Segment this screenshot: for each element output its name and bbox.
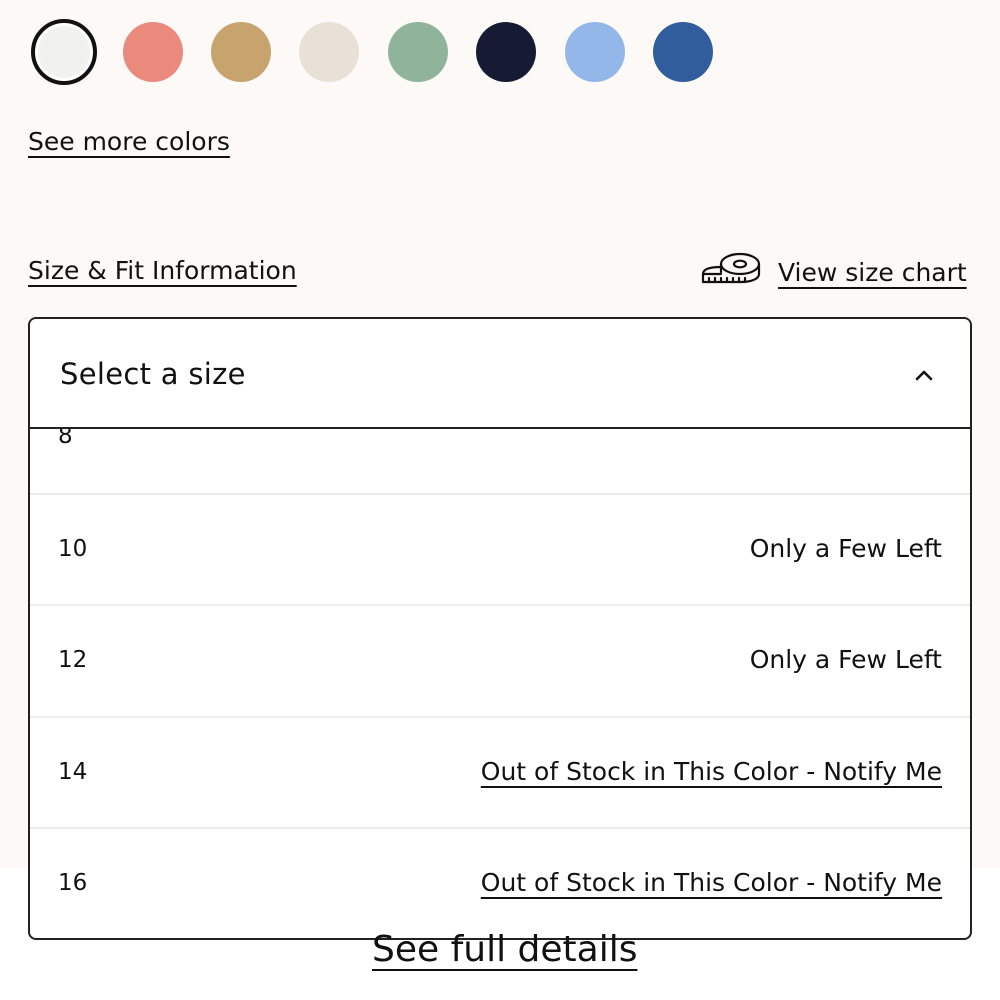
color-swatch-blue[interactable]: [653, 22, 713, 82]
size-option-value: 12: [58, 647, 88, 673]
size-option-value: 8: [58, 429, 73, 449]
see-full-details-link[interactable]: See full details: [372, 928, 637, 972]
size-option-14[interactable]: 14 Out of Stock in This Color - Notify M…: [30, 716, 970, 827]
size-fit-info-link[interactable]: Size & Fit Information: [28, 255, 297, 287]
size-option-value: 14: [58, 759, 88, 785]
color-swatch-white[interactable]: [31, 19, 97, 85]
color-swatch-coral[interactable]: [123, 22, 183, 82]
see-more-colors-link[interactable]: See more colors: [28, 126, 230, 158]
size-select-placeholder: Select a size: [60, 357, 246, 391]
color-swatch-tan[interactable]: [211, 22, 271, 82]
view-size-chart-link[interactable]: View size chart: [700, 250, 967, 294]
color-swatch-sage[interactable]: [388, 22, 448, 82]
measuring-tape-icon: [701, 252, 761, 284]
stock-status-label: Only a Few Left: [749, 534, 942, 563]
size-option-12[interactable]: 12 Only a Few Left: [30, 604, 970, 715]
size-select-dropdown: Select a size 8 10 Only a Few Left 12 On…: [28, 317, 972, 940]
notify-me-link[interactable]: Out of Stock in This Color - Notify Me: [481, 756, 942, 788]
size-option-value: 10: [58, 536, 88, 562]
size-options-list: 8 10 Only a Few Left 12 Only a Few Left …: [30, 429, 970, 938]
color-swatch-cream[interactable]: [299, 22, 359, 82]
size-option-value: 16: [58, 870, 88, 896]
notify-me-link[interactable]: Out of Stock in This Color - Notify Me: [481, 867, 942, 899]
size-select-toggle[interactable]: Select a size: [30, 319, 970, 429]
view-size-chart-label: View size chart: [778, 257, 967, 287]
size-option-10[interactable]: 10 Only a Few Left: [30, 493, 970, 604]
chevron-up-icon: [915, 370, 933, 381]
size-option-16[interactable]: 16 Out of Stock in This Color - Notify M…: [30, 827, 970, 938]
color-swatch-navy[interactable]: [476, 22, 536, 82]
color-swatch-light-blue[interactable]: [565, 22, 625, 82]
stock-status-label: Only a Few Left: [749, 645, 942, 674]
